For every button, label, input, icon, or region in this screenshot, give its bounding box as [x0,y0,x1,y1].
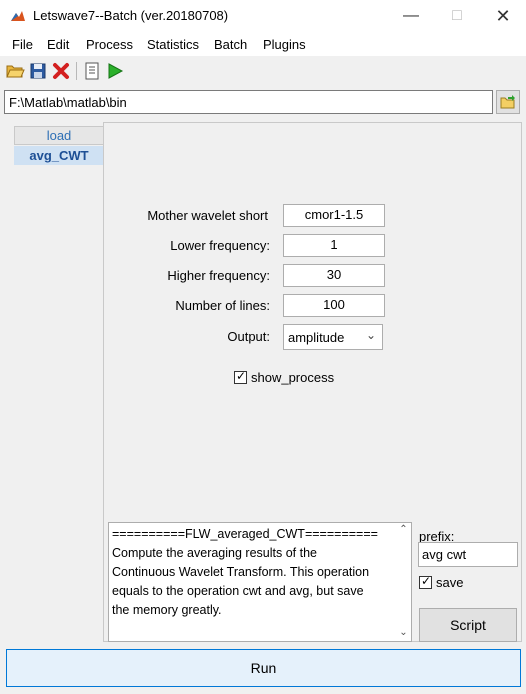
chevron-down-icon: ⌄ [365,328,376,342]
number-of-lines-label: Number of lines: [175,298,270,313]
menu-statistics[interactable]: Statistics [147,37,199,52]
show-process-checkbox[interactable]: ✓ [234,369,247,384]
maximize-button[interactable]: □ [434,0,480,32]
save-icon[interactable] [28,61,48,81]
app-logo-icon [10,8,26,24]
step-item-avg-cwt[interactable]: avg_CWT [14,146,104,165]
delete-icon[interactable] [51,61,71,81]
menu-bar: File Edit Process Statistics Batch Plugi… [0,32,526,56]
window-title: Letswave7--Batch (ver.20180708) [33,8,229,23]
run-button[interactable]: Run [6,649,521,687]
output-select[interactable]: amplitude ⌄ [283,324,383,350]
menu-plugins[interactable]: Plugins [263,37,306,52]
output-label: Output: [227,329,270,344]
number-of-lines-input[interactable]: 100 [283,294,385,317]
step-item-load[interactable]: load [14,126,104,145]
step-list: load avg_CWT [4,122,104,639]
scroll-up-icon[interactable]: ⌃ [396,524,411,535]
script-button[interactable]: Script [419,608,517,642]
menu-edit[interactable]: Edit [47,37,69,52]
output-selected-value: amplitude [288,330,345,345]
browse-folder-button[interactable] [496,90,520,114]
save-label: save [436,575,464,590]
description-line: Compute the averaging results of the [112,546,317,560]
mother-wavelet-label: Mother wavelet short [147,208,268,223]
close-button[interactable]: ✕ [480,0,526,32]
description-scrollbar[interactable]: ⌃ ⌄ [396,523,411,641]
scroll-down-icon[interactable]: ⌄ [396,627,411,638]
toolbar-separator [76,62,77,80]
menu-process[interactable]: Process [86,37,133,52]
title-bar: Letswave7--Batch (ver.20180708) — □ ✕ [0,0,526,32]
lower-frequency-input[interactable]: 1 [283,234,385,257]
higher-frequency-label: Higher frequency: [167,268,270,283]
menu-file[interactable]: File [12,37,33,52]
description-line: equals to the operation cwt and avg, but… [112,584,364,598]
checkmark-icon: ✓ [421,574,432,588]
toolbar [0,58,526,84]
save-checkbox[interactable]: ✓ [419,574,432,589]
description-line: Continuous Wavelet Transform. This opera… [112,565,370,579]
description-heading: ==========FLW_averaged_CWT========== [112,527,378,541]
lower-frequency-label: Lower frequency: [170,238,270,253]
description-text-area[interactable]: ==========FLW_averaged_CWT========== Com… [108,522,412,642]
checkmark-icon: ✓ [236,369,247,383]
minimize-button[interactable]: — [388,0,434,32]
higher-frequency-input[interactable]: 30 [283,264,385,287]
script-icon[interactable] [82,61,102,81]
menu-batch[interactable]: Batch [214,37,247,52]
browse-folder-icon [500,95,515,109]
path-input[interactable] [4,90,493,114]
open-folder-icon[interactable] [5,61,25,81]
description-line: the memory greatly. [112,603,222,617]
show-process-label: show_process [251,370,335,385]
prefix-input[interactable] [418,542,518,567]
run-icon[interactable] [105,61,125,81]
mother-wavelet-input[interactable]: cmor1-1.5 [283,204,385,227]
